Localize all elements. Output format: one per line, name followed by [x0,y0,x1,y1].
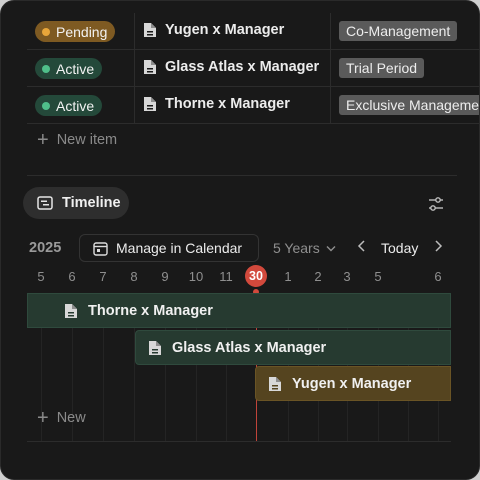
settings-sliders-icon[interactable] [427,196,445,212]
status-cell[interactable]: Active [27,50,135,86]
timeline-baseline [27,441,451,442]
type-cell[interactable]: Trial Period [331,50,479,86]
tab-timeline[interactable]: Timeline [23,187,129,219]
timeline-bar[interactable]: Glass Atlas x Manager [135,330,451,365]
status-label: Active [56,97,95,114]
today-marker: 30 [245,265,267,287]
new-item-button[interactable]: + New item [37,129,118,151]
page-icon [65,303,77,318]
day-label: 1 [284,269,292,284]
chevron-down-icon [326,245,336,251]
table-row[interactable]: Active Glass Atlas x Manager Trial Perio… [27,50,479,87]
item-title: Glass Atlas x Manager [165,59,320,75]
day-header: 5 6 7 8 9 10 11 1 2 3 5 6 [1,267,479,287]
plus-icon: + [37,129,49,151]
timeline-bar[interactable]: Yugen x Manager [255,366,451,401]
table-row[interactable]: Active Thorne x Manager Exclusive Manage… [27,87,479,124]
table-row[interactable]: Pending Yugen x Manager Co-Management [27,13,479,50]
status-dot-icon [42,101,50,110]
day-label: 5 [37,269,45,284]
status-badge: Active [35,58,103,79]
status-dot-icon [42,27,50,36]
status-badge: Pending [35,21,116,42]
status-cell[interactable]: Active [27,87,135,123]
today-button[interactable]: Today [381,240,418,256]
range-select[interactable]: 5 Years [273,240,336,256]
calendar-icon [93,241,108,256]
day-label: 6 [68,269,76,284]
bar-label: Glass Atlas x Manager [172,339,327,356]
day-label: 8 [130,269,138,284]
section-divider [27,175,457,176]
page-icon [149,340,161,355]
new-item-label: New item [56,132,118,148]
new-timeline-item-button[interactable]: + New [37,407,86,429]
type-cell[interactable]: Co-Management [331,13,479,49]
calendar-button-label: Manage in Calendar [116,240,243,256]
timeline-icon [37,196,53,210]
day-label: 10 [188,269,204,284]
name-cell[interactable]: Glass Atlas x Manager [135,50,331,86]
day-label: 5 [374,269,382,284]
status-badge: Active [35,95,103,116]
year-label: 2025 [29,240,62,256]
type-tag: Exclusive Management [339,95,479,115]
status-label: Active [56,60,95,77]
day-label: 9 [161,269,169,284]
name-cell[interactable]: Yugen x Manager [135,13,331,49]
page-icon [144,23,156,37]
range-label: 5 Years [273,240,320,256]
day-label: 7 [99,269,107,284]
plus-icon: + [37,407,49,429]
page-icon [144,97,156,111]
type-tag: Co-Management [339,21,458,41]
status-cell[interactable]: Pending [27,13,135,49]
timeline-bar[interactable]: Thorne x Manager [27,293,451,328]
day-label: 2 [314,269,322,284]
new-label: New [56,410,86,426]
page-icon [144,60,156,74]
bar-label: Thorne x Manager [88,302,213,319]
database-view: Pending Yugen x Manager Co-Management Ac… [0,0,480,480]
chevron-left-icon[interactable] [357,239,367,253]
page-icon [269,376,281,391]
type-tag: Trial Period [339,58,425,78]
status-label: Pending [56,23,108,40]
status-dot-icon [42,64,50,73]
day-label: 11 [219,269,233,284]
tab-label: Timeline [62,195,121,211]
type-cell[interactable]: Exclusive Management [331,87,479,123]
name-cell[interactable]: Thorne x Manager [135,87,331,123]
day-label: 3 [343,269,351,284]
day-label: 6 [434,269,442,284]
bar-label: Yugen x Manager [292,375,412,392]
manage-calendar-button[interactable]: Manage in Calendar [79,234,259,262]
item-title: Yugen x Manager [165,22,285,38]
item-title: Thorne x Manager [165,96,290,112]
chevron-right-icon[interactable] [433,239,443,253]
